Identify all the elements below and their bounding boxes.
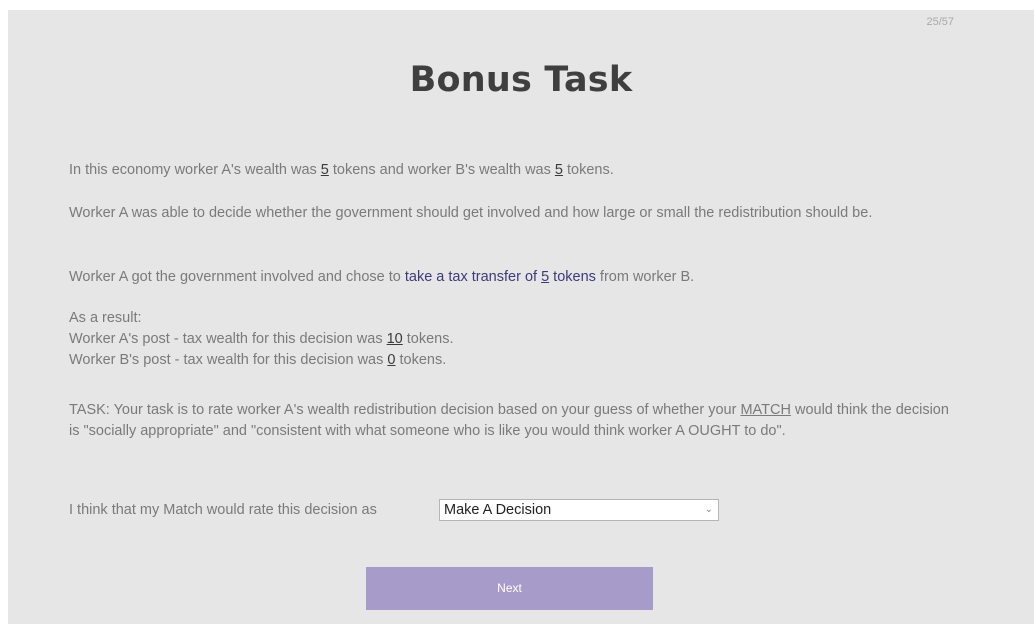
survey-panel: 25/57 Bonus Task In this economy worker …: [8, 10, 1034, 624]
rating-dropdown-value: Make A Decision: [444, 502, 552, 518]
rating-prompt: I think that my Match would rate this de…: [69, 502, 377, 518]
result-heading: As a result:: [69, 310, 142, 326]
rating-dropdown[interactable]: Make A Decision ⌄: [439, 499, 719, 521]
decision-context-text: Worker A was able to decide whether the …: [69, 205, 873, 221]
initial-wealth-text: In this economy worker A's wealth was 5 …: [69, 162, 614, 178]
worker-a-wealth: 5: [320, 162, 329, 178]
decision-text: Worker A got the government involved and…: [69, 269, 695, 285]
worker-a-post-tax: 10: [386, 331, 403, 347]
result-text: As a result: Worker A's post - tax wealt…: [69, 310, 454, 368]
tax-transfer-highlight: take a tax transfer of 5 tokens: [404, 269, 596, 285]
worker-b-wealth: 5: [554, 162, 563, 178]
progress-indicator: 25/57: [926, 16, 954, 28]
next-button[interactable]: Next: [366, 567, 653, 610]
transfer-amount: 5: [541, 269, 550, 285]
chevron-down-icon: ⌄: [704, 504, 713, 515]
page-title: Bonus Task: [409, 60, 633, 100]
task-instructions: TASK: Your task is to rate worker A's we…: [69, 402, 949, 439]
match-word: MATCH: [740, 402, 791, 418]
